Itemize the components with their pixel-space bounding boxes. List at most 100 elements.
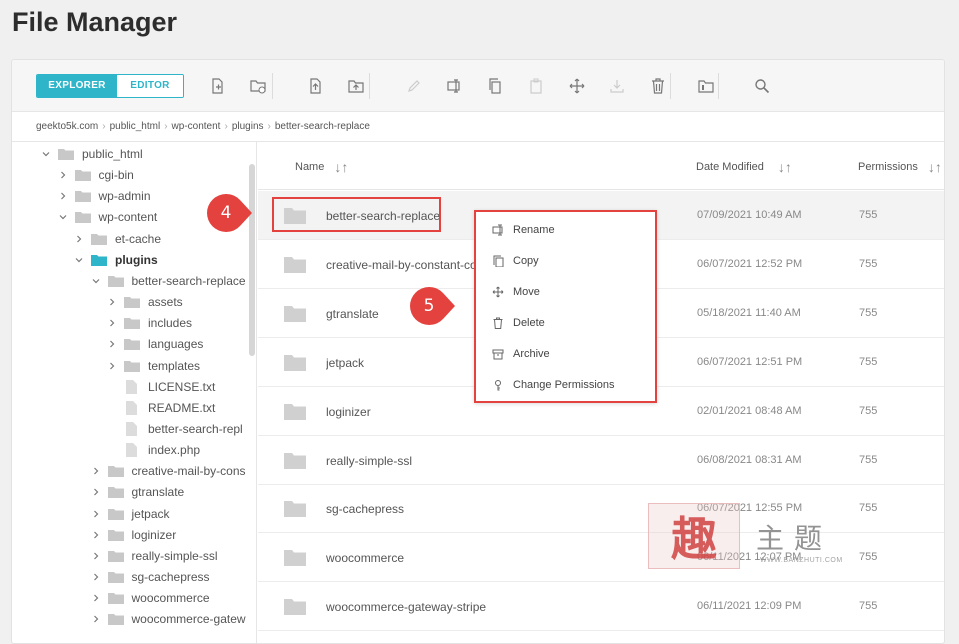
context-menu-item-rename[interactable]: Rename [492,220,555,240]
rename-icon[interactable] [445,76,465,96]
new-file-icon[interactable] [207,76,227,96]
chevron-right-icon[interactable] [90,508,102,520]
explorer-tab[interactable]: EXPLORER [37,75,117,97]
chevron-right-icon[interactable] [90,571,102,583]
tree-item[interactable]: better-search-repl [106,419,243,439]
search-icon[interactable] [752,76,772,96]
step-5-number: 5 [423,296,435,316]
chevron-right-icon[interactable] [90,486,102,498]
chevron-right-icon[interactable] [106,338,118,350]
new-folder-icon[interactable] [248,76,268,96]
name-column-header[interactable]: Name ↓↑ [295,159,348,175]
chevron-right-icon[interactable] [57,169,69,181]
tree-item[interactable]: better-search-replace [90,271,246,291]
row-name[interactable]: jetpack [326,356,486,370]
copy-icon[interactable] [485,76,505,96]
chevron-right-icon[interactable] [106,360,118,372]
tree-item[interactable]: et-cache [73,229,161,249]
tree-item[interactable]: loginizer [90,525,177,545]
paste-icon[interactable] [526,76,546,96]
row-permissions: 755 [859,209,878,221]
tree-item-label: loginizer [131,527,177,542]
tree-item[interactable]: gtranslate [90,482,184,502]
chevron-right-icon[interactable] [90,529,102,541]
date-column-header[interactable]: Date Modified ↓↑ [696,159,792,175]
context-menu-item-delete[interactable]: Delete [492,313,545,333]
chevron-right-icon[interactable] [57,190,69,202]
sort-icon[interactable]: ↓↑ [334,159,348,175]
move-icon[interactable] [567,76,587,96]
context-menu-item-change-permissions[interactable]: Change Permissions [492,375,615,395]
tree-item[interactable]: assets [106,292,183,312]
tree-item[interactable]: cgi-bin [57,165,134,185]
extract-icon[interactable] [607,76,627,96]
row-name[interactable]: gtranslate [326,307,486,321]
watermark-text: 主题 [756,522,833,555]
folder-icon [284,403,306,420]
chevron-right-icon[interactable] [90,465,102,477]
permissions-column-header[interactable]: Permissions ↓↑ [858,159,942,175]
context-menu-item-archive[interactable]: Archive [492,344,550,364]
chevron-down-icon[interactable] [90,275,102,287]
tree-item[interactable]: sg-cachepress [90,567,210,587]
row-name[interactable]: sg-cachepress [326,502,486,516]
context-menu-item-move[interactable]: Move [492,282,540,302]
tree-item[interactable]: woocommerce-gatew [90,609,246,629]
tree-item[interactable]: wp-admin [57,186,151,206]
row-name[interactable]: loginizer [326,405,486,419]
sort-icon[interactable]: ↓↑ [778,159,792,175]
edit-icon[interactable] [404,76,424,96]
tree-item[interactable]: public_html [40,144,143,164]
upload-file-icon[interactable] [305,76,325,96]
table-row[interactable]: really-simple-ssl 06/08/2021 08:31 AM 755 [258,436,944,485]
breadcrumb-item[interactable]: wp-content [172,121,221,132]
breadcrumb-item[interactable]: better-search-replace [275,121,370,132]
tree-item[interactable]: templates [106,356,200,376]
tree-item[interactable]: wp-content [57,207,157,227]
folder-icon [284,256,306,273]
chevron-right-icon[interactable] [106,317,118,329]
row-name[interactable]: woocommerce-gateway-stripe [326,600,486,614]
editor-tab[interactable]: EDITOR [117,75,183,97]
row-permissions: 755 [859,600,878,613]
tree-item[interactable]: includes [106,313,192,333]
tree-item[interactable]: jetpack [90,504,170,524]
tree-item[interactable]: index.php [106,440,200,460]
row-name[interactable]: creative-mail-by-constant-contact [326,258,486,272]
row-name[interactable]: really-simple-ssl [326,454,486,468]
chevron-right-icon[interactable] [106,296,118,308]
upload-folder-icon[interactable] [346,76,366,96]
sort-icon[interactable]: ↓↑ [928,159,942,175]
row-date: 02/01/2021 08:48 AM [697,404,802,417]
archive-icon [492,349,504,360]
breadcrumb-item[interactable]: public_html [110,121,161,132]
tree-item[interactable]: languages [106,334,203,354]
tree-item-label: creative-mail-by-cons [131,464,246,479]
chevron-down-icon[interactable] [40,148,52,160]
tree-item[interactable]: woocommerce [90,588,210,608]
delete-icon[interactable] [648,76,668,96]
chevron-right-icon[interactable] [90,550,102,562]
breadcrumb-item[interactable]: geekto5k.com [36,121,98,132]
table-row[interactable]: woocommerce-gateway-stripe 06/11/2021 12:… [258,582,944,632]
step-5-callout: 5 [410,286,456,326]
chevron-right-icon[interactable] [73,233,85,245]
tree-item[interactable]: creative-mail-by-cons [90,461,246,481]
tree-item-label: jetpack [131,506,170,521]
context-menu-item-copy[interactable]: Copy [492,251,539,271]
chevron-right-icon[interactable] [90,613,102,625]
tree-item[interactable]: plugins [73,250,158,270]
row-date: 06/07/2021 12:52 PM [697,257,803,270]
row-date: 07/09/2021 10:49 AM [697,209,802,221]
step-4-number: 4 [220,203,232,223]
breadcrumb-item[interactable]: plugins [232,121,264,132]
chevron-down-icon[interactable] [57,211,69,223]
tree-item[interactable]: really-simple-ssl [90,546,218,566]
archive-folder-icon[interactable] [696,76,716,96]
folder-icon [107,550,124,562]
chevron-down-icon[interactable] [73,254,85,266]
chevron-right-icon[interactable] [90,592,102,604]
tree-item[interactable]: README.txt [106,398,215,418]
tree-item[interactable]: LICENSE.txt [106,377,215,397]
row-name[interactable]: woocommerce [326,551,486,565]
